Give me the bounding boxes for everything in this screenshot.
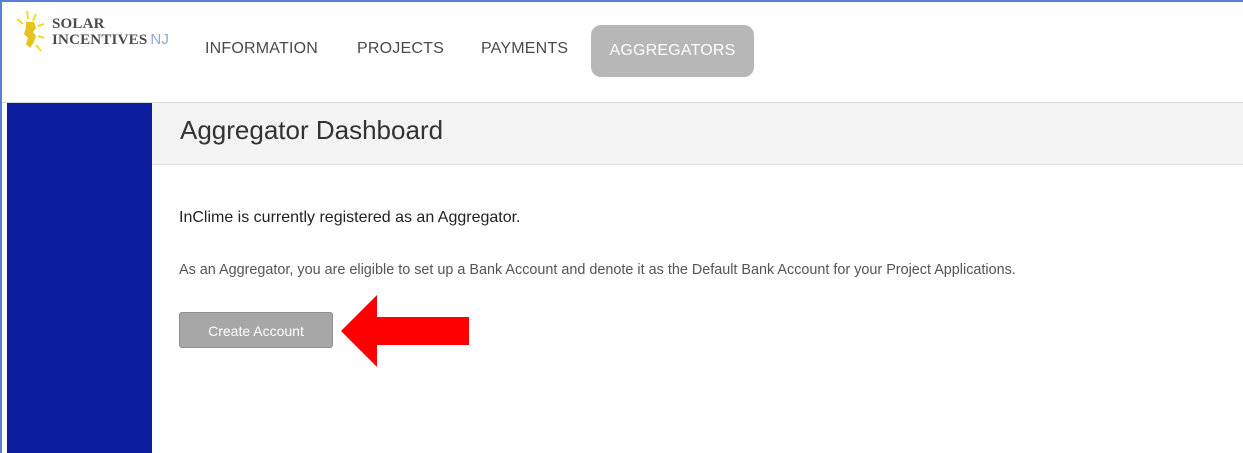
nav-payments[interactable]: PAYMENTS: [481, 40, 568, 58]
dashboard-header: Aggregator Dashboard: [152, 103, 1243, 165]
logo-line-incentives: INCENTIVES: [52, 32, 148, 48]
nav-aggregators-active[interactable]: AGGREGATORS: [591, 25, 754, 77]
nav-information[interactable]: INFORMATION: [205, 40, 318, 58]
logo-text: SOLAR INCENTIVES NJ: [52, 16, 169, 48]
new-jersey-sun-icon: [16, 10, 45, 52]
solar-incentives-logo[interactable]: SOLAR INCENTIVES NJ: [14, 8, 194, 58]
logo-nj: NJ: [150, 31, 170, 48]
nav-projects[interactable]: PROJECTS: [357, 40, 444, 58]
registration-status-text: InClime is currently registered as an Ag…: [179, 209, 521, 226]
page-title: Aggregator Dashboard: [180, 115, 444, 145]
create-account-button[interactable]: Create Account: [179, 312, 333, 348]
logo-line-solar: SOLAR: [52, 16, 105, 32]
sidebar: [7, 103, 152, 453]
left-margin: [0, 103, 7, 453]
red-arrow-icon: [341, 295, 469, 367]
top-navigation-bar: SOLAR INCENTIVES NJ INFORMATION PROJECTS …: [0, 0, 1243, 103]
eligibility-description: As an Aggregator, you are eligible to se…: [179, 262, 1016, 278]
